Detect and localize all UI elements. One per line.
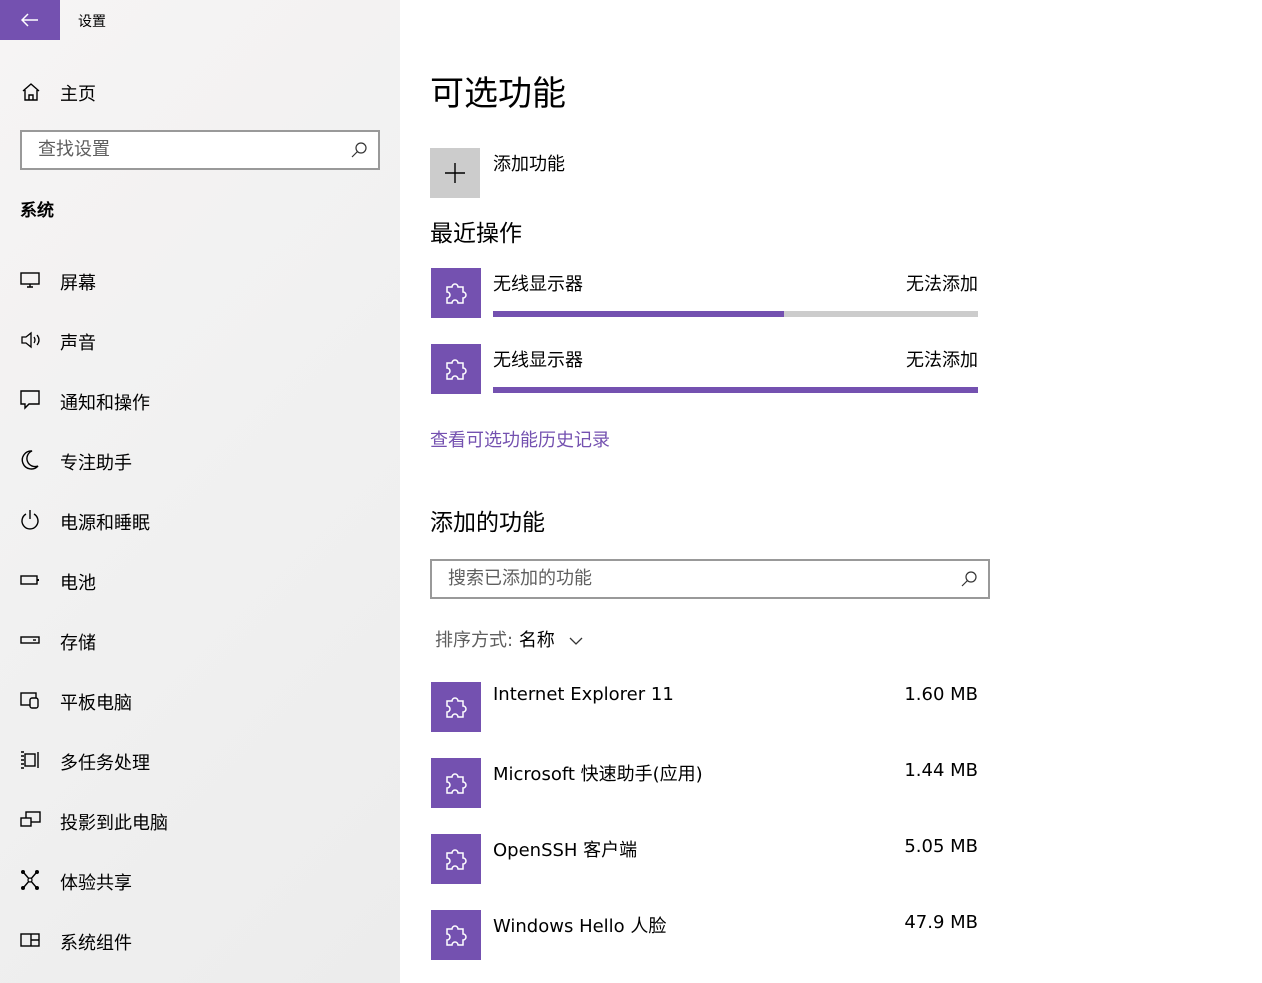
- settings-search[interactable]: [20, 130, 380, 170]
- installed-feature-size: 5.05 MB: [904, 836, 978, 857]
- feature-tile: [431, 268, 481, 318]
- puzzle-icon: [446, 283, 467, 304]
- feature-tile: [431, 834, 481, 884]
- notification-icon: [20, 390, 40, 410]
- recent-feature-status: 无法添加: [906, 350, 978, 371]
- sidebar-item-project-to-pc[interactable]: 投影到此电脑: [0, 790, 400, 850]
- installed-feature-name[interactable]: Internet Explorer 11: [493, 684, 674, 705]
- puzzle-icon: [446, 925, 467, 946]
- installed-feature-name[interactable]: Microsoft 快速助手(应用): [493, 760, 703, 786]
- settings-search-input[interactable]: [36, 138, 340, 161]
- sidebar-item-label: 投影到此电脑: [60, 813, 168, 834]
- recent-feature-name: 无线显示器: [493, 274, 583, 295]
- page-title: 可选功能: [430, 74, 566, 114]
- sidebar-item-sound[interactable]: 声音: [0, 310, 400, 370]
- sidebar-item-tablet[interactable]: 平板电脑: [0, 670, 400, 730]
- chevron-down-icon: [569, 637, 583, 645]
- speaker-icon: [21, 331, 40, 349]
- back-button[interactable]: [0, 0, 60, 40]
- sidebar-item-label: 存储: [60, 633, 96, 654]
- sort-value: 名称: [518, 630, 555, 651]
- plus-icon: [445, 163, 465, 183]
- puzzle-icon: [446, 697, 467, 718]
- progress-bar: [493, 387, 978, 393]
- home-label: 主页: [60, 84, 96, 105]
- installed-feature-size: 1.44 MB: [904, 760, 978, 781]
- sidebar: 设置 主页 系统 屏幕 声音 通知和操作 专注助手: [0, 0, 400, 983]
- share-icon: [21, 870, 39, 890]
- multitask-icon: [21, 751, 39, 769]
- installed-feature-size: 47.9 MB: [904, 912, 978, 933]
- sidebar-item-multitasking[interactable]: 多任务处理: [0, 730, 400, 790]
- section-title: 系统: [20, 201, 54, 221]
- sidebar-item-label: 体验共享: [60, 873, 132, 894]
- puzzle-icon: [446, 773, 467, 794]
- puzzle-icon: [446, 359, 467, 380]
- back-arrow-icon: [21, 13, 38, 27]
- sidebar-item-storage[interactable]: 存储: [0, 610, 400, 670]
- feature-tile: [431, 758, 481, 808]
- sidebar-item-battery[interactable]: 电池: [0, 550, 400, 610]
- history-link[interactable]: 查看可选功能历史记录: [430, 426, 610, 452]
- sidebar-item-display[interactable]: 屏幕: [0, 250, 400, 310]
- installed-feature-size: 1.60 MB: [904, 684, 978, 705]
- sidebar-item-focus-assist[interactable]: 专注助手: [0, 430, 400, 490]
- components-icon: [20, 933, 40, 947]
- sidebar-item-shared-experiences[interactable]: 体验共享: [0, 850, 400, 910]
- progress-fill: [493, 311, 784, 317]
- add-feature-label[interactable]: 添加功能: [493, 150, 565, 176]
- sidebar-item-label: 声音: [60, 333, 96, 354]
- tablet-icon: [20, 692, 39, 709]
- sort-dropdown[interactable]: 排序方式: 名称: [435, 626, 583, 652]
- search-icon[interactable]: [960, 570, 978, 588]
- installed-feature-name[interactable]: OpenSSH 客户端: [493, 836, 637, 862]
- feature-tile: [431, 682, 481, 732]
- sidebar-item-power-sleep[interactable]: 电源和睡眠: [0, 490, 400, 550]
- sidebar-item-notifications[interactable]: 通知和操作: [0, 370, 400, 430]
- recent-feature-status: 无法添加: [906, 274, 978, 295]
- main-content: 可选功能 添加功能 最近操作 无线显示器 无法添加 无线显示器 无法添加 查看可…: [400, 0, 1262, 983]
- recent-feature-name: 无线显示器: [493, 350, 583, 371]
- sidebar-nav: 屏幕 声音 通知和操作 专注助手 电源和睡眠 电池 存储 平板电脑 多任务处理 …: [0, 250, 400, 970]
- storage-icon: [20, 636, 40, 644]
- sidebar-item-label: 电源和睡眠: [60, 513, 150, 534]
- monitor-icon: [20, 272, 40, 288]
- sidebar-item-system-components[interactable]: 系统组件: [0, 910, 400, 970]
- sidebar-item-label: 多任务处理: [60, 753, 150, 774]
- sidebar-item-home[interactable]: 主页: [0, 70, 400, 112]
- sidebar-item-label: 通知和操作: [60, 393, 150, 414]
- search-icon[interactable]: [350, 141, 368, 159]
- sort-label: 排序方式:: [435, 630, 514, 651]
- sidebar-item-label: 平板电脑: [60, 693, 132, 714]
- power-icon: [21, 510, 39, 530]
- home-icon: [22, 83, 40, 101]
- sidebar-item-label: 系统组件: [60, 933, 132, 954]
- installed-features-title: 添加的功能: [430, 510, 545, 536]
- sidebar-item-label: 专注助手: [60, 453, 132, 474]
- progress-fill: [493, 387, 978, 393]
- recent-actions-title: 最近操作: [430, 221, 522, 247]
- progress-bar: [493, 311, 978, 317]
- feature-tile: [431, 910, 481, 960]
- puzzle-icon: [446, 849, 467, 870]
- installed-search[interactable]: [430, 559, 990, 599]
- feature-tile: [431, 344, 481, 394]
- app-title: 设置: [78, 14, 106, 30]
- sidebar-item-label: 屏幕: [60, 273, 96, 294]
- moon-icon: [21, 450, 39, 470]
- sidebar-item-label: 电池: [60, 573, 96, 594]
- installed-feature-name[interactable]: Windows Hello 人脸: [493, 912, 666, 938]
- installed-search-input[interactable]: [446, 567, 950, 590]
- project-icon: [20, 811, 41, 827]
- add-feature-button[interactable]: [430, 148, 480, 198]
- battery-icon: [20, 575, 39, 585]
